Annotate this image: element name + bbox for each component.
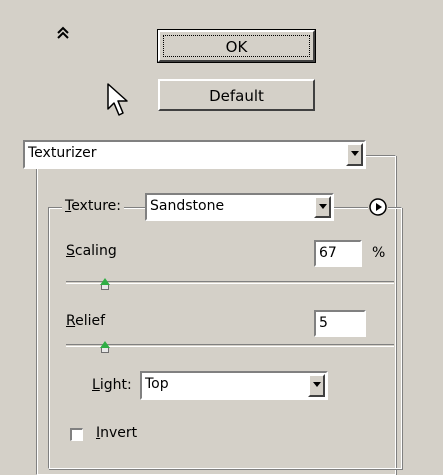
texture-selected-value: Sandstone bbox=[150, 198, 225, 214]
ok-button-label: OK bbox=[225, 38, 248, 56]
scaling-unit: % bbox=[372, 245, 386, 261]
cursor-arrow-icon bbox=[105, 82, 133, 118]
texture-menu-icon[interactable] bbox=[368, 197, 388, 217]
texture-dropdown-arrow-icon[interactable] bbox=[314, 196, 331, 218]
scaling-input[interactable]: 67 bbox=[314, 240, 362, 267]
filter-selected-value: Texturizer bbox=[28, 145, 97, 161]
light-selected-value: Top bbox=[145, 376, 169, 392]
invert-label[interactable]: Invert bbox=[96, 425, 138, 441]
scaling-slider-track[interactable] bbox=[66, 281, 394, 284]
invert-checkbox[interactable] bbox=[70, 428, 83, 441]
default-button[interactable]: Default bbox=[158, 79, 315, 111]
filter-dropdown[interactable]: Texturizer bbox=[23, 140, 366, 169]
default-button-label: Default bbox=[209, 87, 264, 105]
collapse-icon[interactable] bbox=[56, 26, 70, 40]
relief-slider-track[interactable] bbox=[66, 344, 394, 347]
relief-input[interactable]: 5 bbox=[314, 310, 366, 337]
relief-value: 5 bbox=[319, 315, 328, 331]
texture-dropdown[interactable]: Sandstone bbox=[145, 193, 334, 221]
texture-label: Texture: bbox=[62, 198, 124, 214]
light-dropdown[interactable]: Top bbox=[140, 371, 328, 400]
ok-button[interactable]: OK bbox=[157, 29, 316, 63]
filter-dropdown-arrow-icon[interactable] bbox=[346, 143, 363, 166]
relief-label: Relief bbox=[66, 313, 106, 329]
scaling-value: 67 bbox=[319, 245, 337, 261]
scaling-label: Scaling bbox=[66, 243, 117, 259]
light-label: Light: bbox=[92, 377, 132, 393]
light-dropdown-arrow-icon[interactable] bbox=[308, 374, 325, 397]
